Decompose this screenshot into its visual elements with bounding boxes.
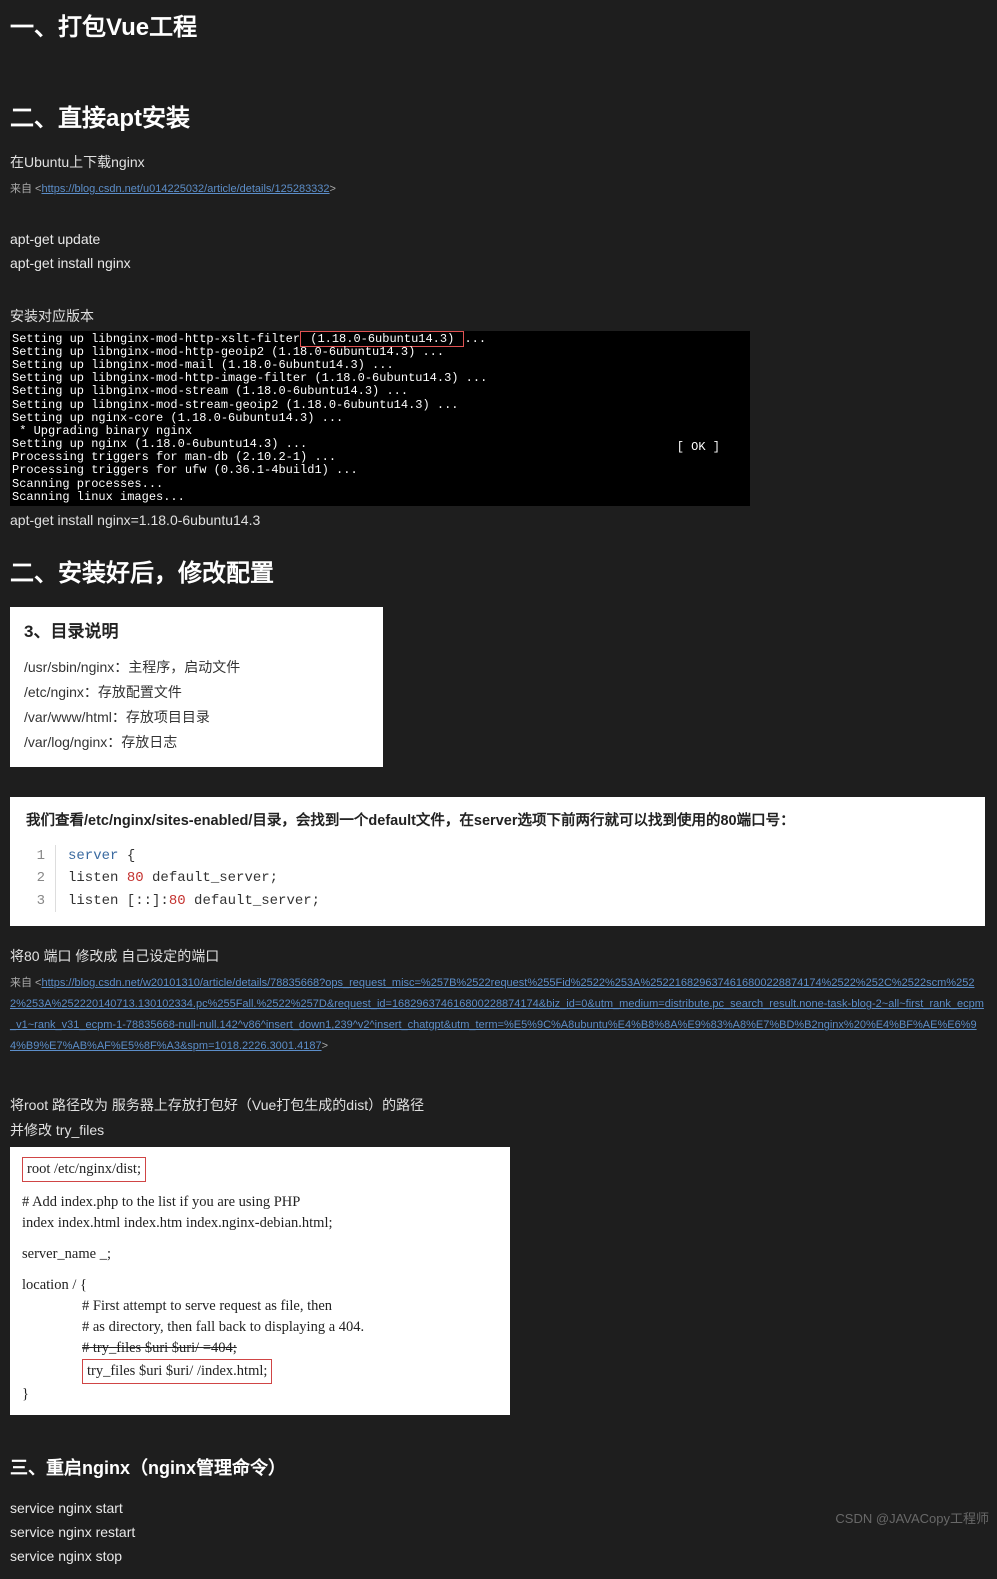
cfg-comment-2: # as directory, then fall back to displa… [82,1317,498,1338]
tryfiles-change-text: 并修改 try_files [10,1120,987,1141]
source-line-1: 来自 <https://blog.csdn.net/u014225032/art… [10,177,987,198]
dir-etc: /etc/nginx：存放配置文件 [24,680,369,705]
ok-indicator: [ OK ] [677,441,720,454]
ubuntu-download-text: 在Ubuntu上下载nginx [10,152,987,173]
dir-www: /var/www/html：存放项目目录 [24,705,369,730]
apt-commands: apt-get update apt-get install nginx [10,228,987,276]
sites-enabled-card: 我们查看/etc/nginx/sites-enabled/目录，会找到一个def… [10,797,985,926]
dir-sbin: /usr/sbin/nginx：主程序，启动文件 [24,655,369,680]
cfg-comment-1: # First attempt to serve request as file… [82,1296,498,1317]
heading-apt: 二、直接apt安装 [10,101,987,137]
heading-vue: 一、打包Vue工程 [10,10,987,46]
cfg-index: index index.html index.htm index.nginx-d… [22,1213,498,1234]
source-link-1[interactable]: https://blog.csdn.net/u014225032/article… [41,183,329,195]
dir-title: 3、目录说明 [24,619,369,645]
cmd-apt-install: apt-get install nginx [10,252,987,276]
root-directive-box: root /etc/nginx/dist; [22,1157,146,1182]
port-change-text: 将80 端口 修改成 自己设定的端口 [10,946,987,967]
source-line-2: 来自 <https://blog.csdn.net/w20101310/arti… [10,971,987,1055]
server-code-block: 1 server { 2 listen 80 default_server; 3… [26,845,969,912]
source-link-2[interactable]: https://blog.csdn.net/w20101310/article/… [10,977,984,1052]
watermark: CSDN @JAVACopy工程师 [835,1509,989,1529]
heading-restart: 三、重启nginx（nginx管理命令） [10,1455,987,1482]
root-change-text: 将root 路径改为 服务器上存放打包好（Vue打包生成的dist）的路径 [10,1095,987,1116]
heading-config: 二、安装好后，修改配置 [10,556,987,592]
cmd-apt-update: apt-get update [10,228,987,252]
cfg-server-name: server_name _; [22,1244,498,1265]
install-version-label: 安装对应版本 [10,306,987,327]
nginx-config-card: root /etc/nginx/dist; # Add index.php to… [10,1147,510,1415]
terminal-output: Setting up libnginx-mod-http-xslt-filter… [10,331,750,506]
tryfiles-directive-box: try_files $uri $uri/ /index.html; [82,1359,272,1384]
cfg-php-comment: # Add index.php to the list if you are u… [22,1192,498,1213]
svc-stop: service nginx stop [10,1545,987,1569]
dir-log: /var/log/nginx：存放日志 [24,730,369,755]
directory-card: 3、目录说明 /usr/sbin/nginx：主程序，启动文件 /etc/ngi… [10,607,383,767]
cfg-location: location / { [22,1275,498,1296]
sites-desc: 我们查看/etc/nginx/sites-enabled/目录，会找到一个def… [26,811,969,833]
cmd-install-version: apt-get install nginx=1.18.0-6ubuntu14.3 [10,510,987,531]
cfg-close-brace: } [22,1384,498,1405]
cfg-tryfiles-old: # try_files $uri $uri/ =404; [82,1338,498,1359]
